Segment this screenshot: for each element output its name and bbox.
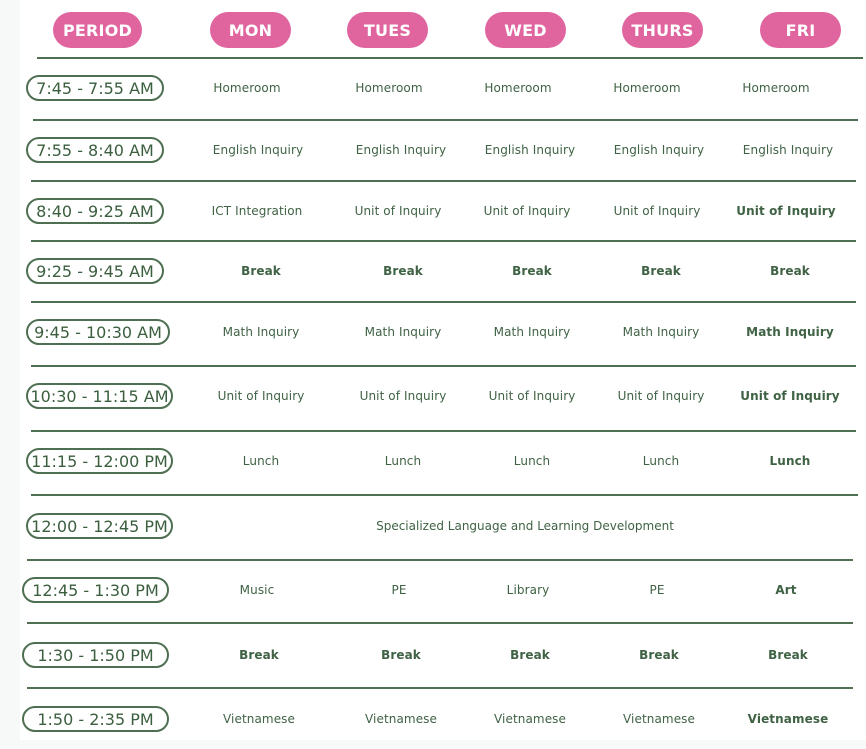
class-cell-thurs: Vietnamese: [622, 712, 696, 726]
period-time: 7:55 - 8:40 AM: [26, 137, 164, 163]
class-cell-thurs: Break: [641, 264, 681, 278]
divider: [27, 622, 853, 624]
class-cell-thurs: Lunch: [642, 454, 680, 468]
class-cell-tues: Break: [381, 648, 421, 662]
class-cell-tues: Math Inquiry: [364, 325, 442, 339]
class-cell-tues: Lunch: [384, 454, 422, 468]
class-cell-mon: Vietnamese: [222, 712, 296, 726]
table-row: 11:15 - 12:00 PM Lunch Lunch Lunch Lunch…: [0, 431, 866, 491]
header-day-wed: WED: [485, 12, 566, 48]
period-time: 1:30 - 1:50 PM: [22, 642, 169, 668]
period-time: 8:40 - 9:25 AM: [26, 198, 164, 224]
class-cell-fri: English Inquiry: [742, 143, 834, 157]
table-row: 10:30 - 11:15 AM Unit of Inquiry Unit of…: [0, 366, 866, 426]
class-cell-wed: Vietnamese: [493, 712, 567, 726]
class-cell-wed: Break: [510, 648, 550, 662]
period-time: 7:45 - 7:55 AM: [26, 75, 164, 101]
class-cell-tues: Break: [383, 264, 423, 278]
period-time: 12:00 - 12:45 PM: [26, 513, 173, 539]
class-cell-fri: Math Inquiry: [746, 325, 834, 339]
table-row: 7:45 - 7:55 AM Homeroom Homeroom Homeroo…: [0, 58, 866, 118]
class-cell-tues: PE: [391, 583, 407, 597]
period-time: 9:25 - 9:45 AM: [26, 258, 164, 284]
class-cell-fri: Vietnamese: [747, 712, 829, 726]
class-cell-wed: Lunch: [513, 454, 551, 468]
class-cell-mon: Break: [239, 648, 279, 662]
class-cell-mon: Break: [241, 264, 281, 278]
class-cell-mon: Lunch: [242, 454, 280, 468]
class-cell-fri: Lunch: [769, 454, 811, 468]
class-cell-thurs: Homeroom: [613, 81, 681, 95]
class-cell-thurs: English Inquiry: [613, 143, 705, 157]
period-time: 9:45 - 10:30 AM: [26, 319, 170, 345]
class-cell-wed: English Inquiry: [484, 143, 576, 157]
class-cell-tues: Vietnamese: [364, 712, 438, 726]
table-row: 12:00 - 12:45 PM Specialized Language an…: [0, 496, 866, 556]
header-day-thurs: THURS: [622, 12, 703, 48]
class-cell-fri: Break: [770, 264, 810, 278]
period-time: 11:15 - 12:00 PM: [26, 448, 173, 474]
table-row: 1:30 - 1:50 PM Break Break Break Break B…: [0, 625, 866, 685]
table-row: 9:45 - 10:30 AM Math Inquiry Math Inquir…: [0, 302, 866, 362]
table-row: 8:40 - 9:25 AM ICT Integration Unit of I…: [0, 181, 866, 241]
header-day-tues: TUES: [347, 12, 428, 48]
class-cell-fri: Unit of Inquiry: [736, 204, 836, 218]
header-day-fri: FRI: [760, 12, 841, 48]
class-cell-tues: Unit of Inquiry: [359, 389, 447, 403]
class-cell-wed: Homeroom: [484, 81, 552, 95]
table-row: 7:55 - 8:40 AM English Inquiry English I…: [0, 120, 866, 180]
class-cell-wed: Unit of Inquiry: [488, 389, 576, 403]
table-row: 12:45 - 1:30 PM Music PE Library PE Art: [0, 560, 866, 620]
class-cell-thurs: Math Inquiry: [622, 325, 700, 339]
class-cell-mon: Music: [239, 583, 275, 597]
class-cell-tues: English Inquiry: [355, 143, 447, 157]
class-cell-thurs: Break: [639, 648, 679, 662]
class-cell-thurs: Unit of Inquiry: [617, 389, 705, 403]
period-time: 1:50 - 2:35 PM: [22, 706, 169, 732]
period-time: 10:30 - 11:15 AM: [26, 383, 173, 409]
class-cell-fri: Art: [775, 583, 797, 597]
class-cell-mon: ICT Integration: [211, 204, 303, 218]
header-period: PERIOD: [53, 12, 142, 48]
class-cell-tues: Unit of Inquiry: [354, 204, 442, 218]
class-cell-all-days: Specialized Language and Learning Develo…: [376, 519, 674, 533]
table-row: 1:50 - 2:35 PM Vietnamese Vietnamese Vie…: [0, 689, 866, 749]
class-cell-fri: Homeroom: [742, 81, 810, 95]
table-row: 9:25 - 9:45 AM Break Break Break Break B…: [0, 241, 866, 301]
class-cell-wed: Math Inquiry: [493, 325, 571, 339]
class-cell-thurs: Unit of Inquiry: [613, 204, 701, 218]
class-cell-mon: Homeroom: [213, 81, 281, 95]
class-cell-mon: Math Inquiry: [222, 325, 300, 339]
class-cell-thurs: PE: [649, 583, 665, 597]
class-cell-mon: English Inquiry: [212, 143, 304, 157]
class-cell-tues: Homeroom: [355, 81, 423, 95]
class-cell-fri: Break: [768, 648, 808, 662]
class-cell-mon: Unit of Inquiry: [217, 389, 305, 403]
class-cell-fri: Unit of Inquiry: [740, 389, 840, 403]
class-cell-wed: Break: [512, 264, 552, 278]
header-day-mon: MON: [210, 12, 291, 48]
class-cell-wed: Unit of Inquiry: [483, 204, 571, 218]
period-time: 12:45 - 1:30 PM: [22, 577, 169, 603]
class-cell-wed: Library: [506, 583, 550, 597]
